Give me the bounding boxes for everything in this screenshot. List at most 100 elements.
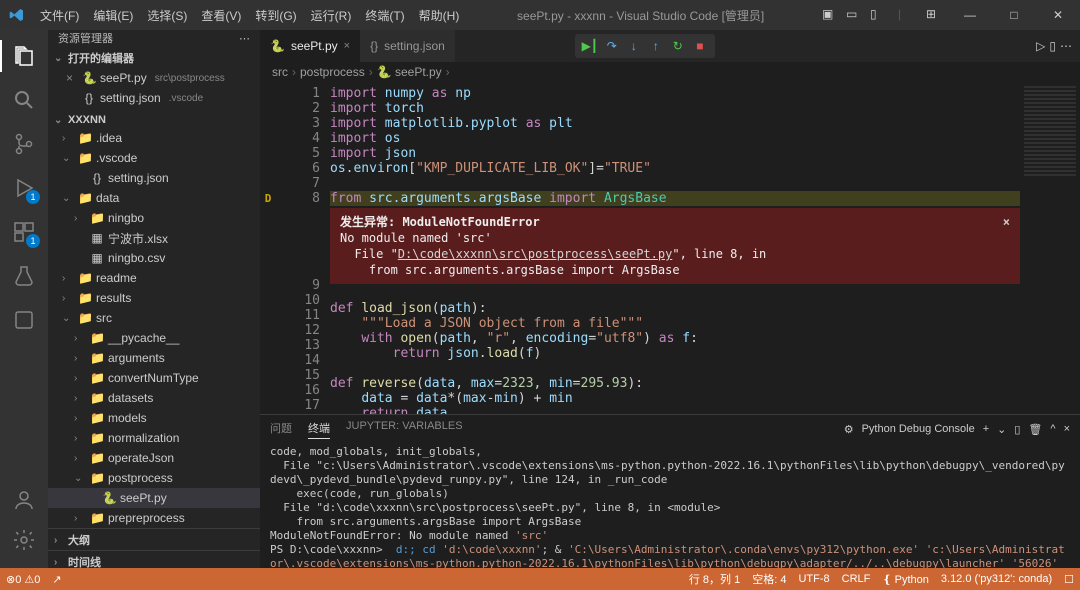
maximize-panel-icon[interactable]: ^ xyxy=(1050,423,1055,435)
open-editors-section[interactable]: ⌄打开的编辑器 xyxy=(48,48,260,68)
ext-badge: 1 xyxy=(26,234,40,248)
menu-item[interactable]: 转到(G) xyxy=(249,3,302,28)
status-item[interactable]: ❴ Python xyxy=(876,568,935,590)
minimap[interactable] xyxy=(1020,82,1080,414)
editor-tab[interactable]: {}setting.json xyxy=(360,30,455,62)
status-item[interactable]: ↗ xyxy=(46,568,67,590)
kill-terminal-icon[interactable]: 🗑 xyxy=(1028,423,1042,436)
panel-tab[interactable]: 终端 xyxy=(308,420,330,439)
editor-area: 🐍seePt.py×{}setting.json ▶┃ ↷ ↓ ↑ ↻ ■ ▷ … xyxy=(260,30,1080,568)
tree-item[interactable]: ›📁__pycache__ xyxy=(48,328,260,348)
sidebar-title: 资源管理器 xyxy=(58,30,113,46)
section-collapsed[interactable]: › 时间线 xyxy=(48,550,260,572)
exception-file-link[interactable]: D:\code\xxxnn\src\postprocess\seePt.py xyxy=(398,247,673,261)
status-item[interactable]: 空格: 4 xyxy=(746,568,792,590)
code-editor[interactable]: D 12345678910111213141516171819 import n… xyxy=(260,82,1080,414)
layout-icons: ▣ ▭ ▯ | ⊞ xyxy=(816,7,948,23)
toggle-panel-icon[interactable]: ▭ xyxy=(846,7,862,23)
tree-item[interactable]: 🐍seePt.py xyxy=(48,488,260,508)
menu-item[interactable]: 终端(T) xyxy=(359,3,410,28)
debug-badge: 1 xyxy=(26,190,40,204)
project-section[interactable]: ⌄XXXNN xyxy=(48,112,260,128)
close-exception-icon[interactable]: × xyxy=(1003,214,1010,230)
tree-item[interactable]: ⌄📁data xyxy=(48,188,260,208)
jupyter-icon[interactable] xyxy=(0,300,48,340)
maximize-button[interactable]: □ xyxy=(992,0,1036,30)
open-editor-item[interactable]: {}setting.json.vscode xyxy=(48,88,260,108)
toggle-primary-sidebar-icon[interactable]: ▣ xyxy=(822,7,838,23)
tree-item[interactable]: ›📁arguments xyxy=(48,348,260,368)
tree-item[interactable]: ⌄📁src xyxy=(48,308,260,328)
menu-item[interactable]: 编辑(E) xyxy=(87,3,139,28)
open-editor-item[interactable]: ×🐍seePt.pysrc\postprocess xyxy=(48,68,260,88)
debug-step-out-icon[interactable]: ↑ xyxy=(647,37,665,55)
customize-layout-icon[interactable]: ⊞ xyxy=(926,7,942,23)
editor-tab[interactable]: 🐍seePt.py× xyxy=(260,30,360,62)
tree-item[interactable]: ›📁convertNumType xyxy=(48,368,260,388)
status-item[interactable]: ☐ xyxy=(1058,568,1080,590)
status-item[interactable]: 3.12.0 ('py312': conda) xyxy=(935,568,1058,590)
close-tab-icon[interactable]: × xyxy=(344,40,350,52)
extensions-icon[interactable]: 1 xyxy=(0,212,48,252)
breadcrumb[interactable]: src›postprocess›🐍 seePt.py› xyxy=(260,62,1080,82)
toggle-secondary-sidebar-icon[interactable]: ▯ xyxy=(870,7,886,23)
tree-item[interactable]: ▦宁波市.xlsx xyxy=(48,228,260,248)
debug-console-source-icon[interactable]: ⚙ xyxy=(844,423,854,436)
vscode-logo-icon xyxy=(0,7,34,23)
breadcrumb-item[interactable]: src xyxy=(272,65,288,79)
tree-item[interactable]: ⌄📁.vscode xyxy=(48,148,260,168)
panel-tab[interactable]: JUPYTER: VARIABLES xyxy=(346,420,463,439)
run-debug-icon[interactable]: 1 xyxy=(0,168,48,208)
section-collapsed[interactable]: › 大纲 xyxy=(48,528,260,550)
settings-gear-icon[interactable] xyxy=(0,520,48,560)
tree-item[interactable]: ›📁prepreprocess xyxy=(48,508,260,528)
terminal-name[interactable]: Python Debug Console xyxy=(862,423,975,435)
debug-step-over-icon[interactable]: ↷ xyxy=(603,37,621,55)
explorer-icon[interactable] xyxy=(0,36,48,76)
more-icon[interactable]: ⋯ xyxy=(239,32,250,45)
menu-item[interactable]: 选择(S) xyxy=(141,3,193,28)
menu-item[interactable]: 帮助(H) xyxy=(413,3,466,28)
tree-item[interactable]: ⌄📁postprocess xyxy=(48,468,260,488)
tree-item[interactable]: {}setting.json xyxy=(48,168,260,188)
tree-item[interactable]: ›📁normalization xyxy=(48,428,260,448)
debug-step-into-icon[interactable]: ↓ xyxy=(625,37,643,55)
title-bar: 文件(F)编辑(E)选择(S)查看(V)转到(G)运行(R)终端(T)帮助(H)… xyxy=(0,0,1080,30)
status-item[interactable]: 行 8，列 1 xyxy=(683,568,746,590)
status-item[interactable]: CRLF xyxy=(836,568,877,590)
status-item[interactable]: UTF-8 xyxy=(792,568,835,590)
breadcrumb-item[interactable]: postprocess xyxy=(300,65,365,79)
split-terminal-icon[interactable]: ▯ xyxy=(1014,423,1020,436)
new-terminal-icon[interactable]: + xyxy=(983,423,989,435)
tree-item[interactable]: ›📁operateJson xyxy=(48,448,260,468)
breadcrumb-item[interactable]: 🐍 seePt.py xyxy=(377,65,442,79)
terminal-dropdown-icon[interactable]: ⌄ xyxy=(997,423,1006,436)
panel-tab[interactable]: 问题 xyxy=(270,420,292,439)
minimize-button[interactable]: — xyxy=(948,0,992,30)
debug-stop-icon[interactable]: ■ xyxy=(691,37,709,55)
tree-item[interactable]: ›📁readme xyxy=(48,268,260,288)
debug-continue-icon[interactable]: ▶┃ xyxy=(581,37,599,55)
close-panel-icon[interactable]: × xyxy=(1064,423,1070,435)
status-item[interactable]: ⊗0 ⚠0 xyxy=(0,568,46,590)
tree-item[interactable]: ▦ningbo.csv xyxy=(48,248,260,268)
tree-item[interactable]: ›📁datasets xyxy=(48,388,260,408)
menu-item[interactable]: 文件(F) xyxy=(34,3,85,28)
menu-item[interactable]: 运行(R) xyxy=(305,3,358,28)
split-editor-icon[interactable]: ▯ xyxy=(1049,39,1056,53)
more-actions-icon[interactable]: ⋯ xyxy=(1060,39,1072,53)
testing-icon[interactable] xyxy=(0,256,48,296)
tree-item[interactable]: ›📁.idea xyxy=(48,128,260,148)
debug-restart-icon[interactable]: ↻ xyxy=(669,37,687,55)
menu-item[interactable]: 查看(V) xyxy=(195,3,247,28)
run-icon[interactable]: ▷ xyxy=(1036,39,1045,53)
terminal-output[interactable]: code, mod_globals, init_globals, File "c… xyxy=(260,443,1080,568)
accounts-icon[interactable] xyxy=(0,480,48,520)
tabs-row: 🐍seePt.py×{}setting.json ▶┃ ↷ ↓ ↑ ↻ ■ ▷ … xyxy=(260,30,1080,62)
tree-item[interactable]: ›📁models xyxy=(48,408,260,428)
source-control-icon[interactable] xyxy=(0,124,48,164)
close-button[interactable]: ✕ xyxy=(1036,0,1080,30)
tree-item[interactable]: ›📁results xyxy=(48,288,260,308)
search-icon[interactable] xyxy=(0,80,48,120)
tree-item[interactable]: ›📁ningbo xyxy=(48,208,260,228)
